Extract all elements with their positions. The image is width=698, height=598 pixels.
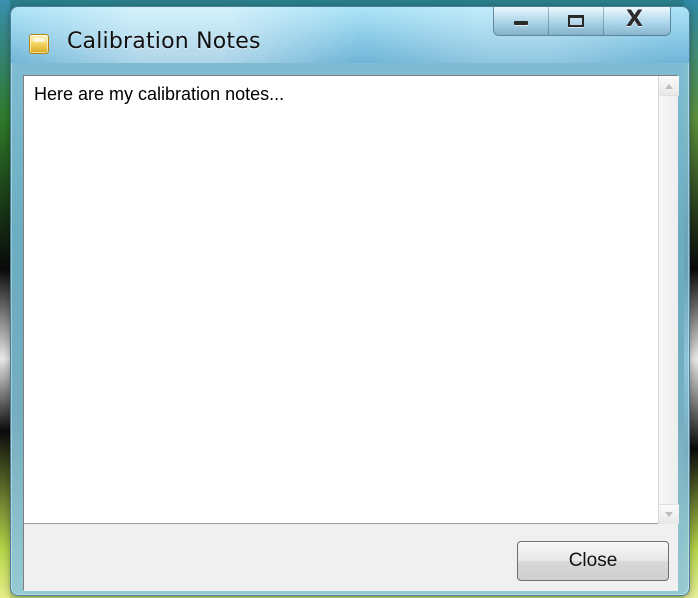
window-title: Calibration Notes <box>67 29 261 54</box>
close-icon: X <box>626 7 643 32</box>
title-bar[interactable]: Calibration Notes X <box>11 7 689 63</box>
dialog-footer: Close <box>24 524 678 591</box>
notes-editor-frame: Here are my calibration notes... <box>24 76 679 524</box>
close-window-button[interactable]: X <box>603 7 670 35</box>
scroll-up-button[interactable] <box>659 76 679 96</box>
notes-icon <box>29 34 49 54</box>
notes-textarea[interactable]: Here are my calibration notes... <box>24 76 658 524</box>
vertical-scrollbar[interactable] <box>658 76 679 524</box>
minimize-icon <box>514 21 528 25</box>
desktop-background-left <box>0 0 10 598</box>
minimize-button[interactable] <box>494 7 548 35</box>
chevron-up-icon <box>665 84 673 89</box>
calibration-notes-window: Calibration Notes X Here are my calibrat… <box>10 6 690 596</box>
window-client-area: Here are my calibration notes... Close <box>23 75 679 591</box>
scroll-down-button[interactable] <box>659 504 679 524</box>
close-button[interactable]: Close <box>517 541 669 581</box>
maximize-button[interactable] <box>548 7 603 35</box>
chevron-down-icon <box>665 512 673 517</box>
caption-buttons: X <box>493 7 671 36</box>
maximize-icon <box>568 15 584 27</box>
